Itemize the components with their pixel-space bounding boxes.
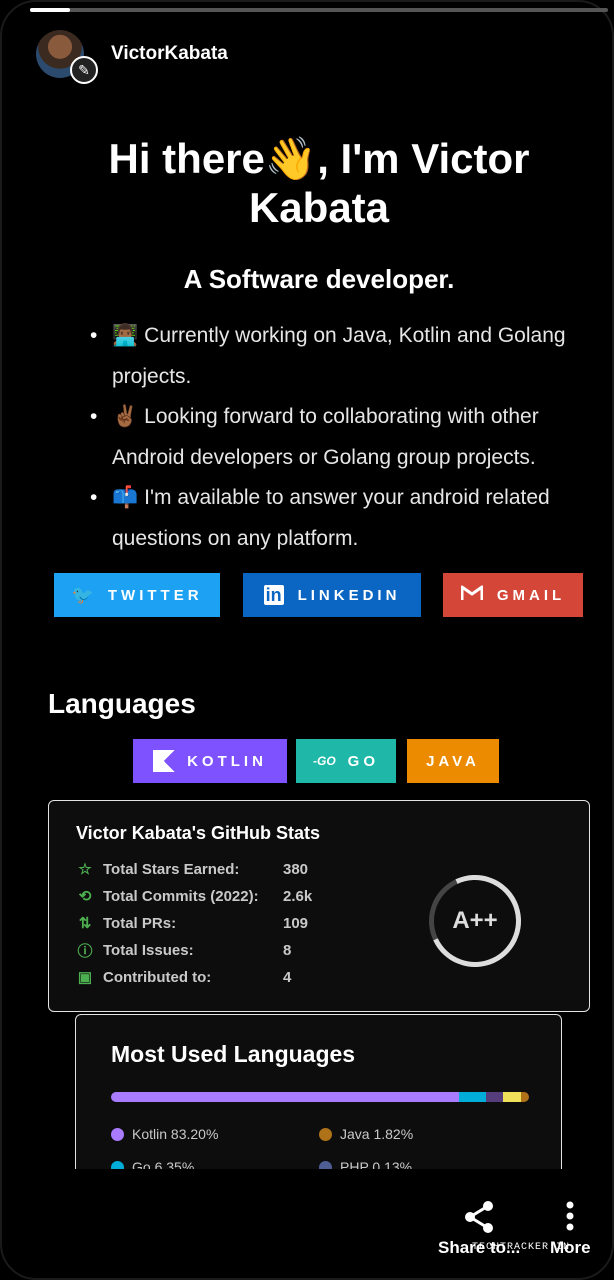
story-progress-track <box>30 8 608 12</box>
stat-row-prs: ⇅ Total PRs: 109 <box>76 912 308 934</box>
pencil-icon[interactable]: ✎ <box>70 56 98 84</box>
stat-row-issues: ⓘ Total Issues: 8 <box>77 941 292 960</box>
go-badge[interactable]: -GO GO <box>296 739 396 783</box>
language-legend-item: Go 6.35% <box>111 1159 194 1169</box>
intro-list: 👨🏾‍💻Currently working on Java, Kotlin an… <box>90 316 600 559</box>
gmail-badge[interactable]: GMAIL <box>443 573 583 617</box>
repo-icon: ▣ <box>77 969 93 986</box>
stat-row-stars: ☆ Total Stars Earned: 380 <box>76 858 308 880</box>
language-legend-item: Kotlin 83.20% <box>111 1126 218 1142</box>
java-badge[interactable]: JAVA <box>407 739 499 783</box>
linkedin-badge[interactable]: in LINKEDIN <box>243 573 421 617</box>
language-legend-item: PHP 0.13% <box>319 1159 412 1169</box>
avatar[interactable]: ✎ <box>36 30 98 84</box>
twitter-icon: 🐦 <box>71 584 94 605</box>
github-stats-card[interactable]: Victor Kabata's GitHub Stats ☆ Total Sta… <box>48 800 590 1012</box>
issue-icon: ⓘ <box>77 942 93 960</box>
language-dot <box>319 1127 332 1141</box>
language-bar-segment <box>459 1092 486 1102</box>
history-icon: ⟲ <box>78 888 92 905</box>
list-item: ✌🏾Looking forward to collaborating with … <box>90 397 600 478</box>
wave-icon: 👋 <box>264 135 318 182</box>
mailbox-icon: 📫 <box>112 486 139 509</box>
star-icon: ☆ <box>78 861 92 878</box>
pull-request-icon: ⇅ <box>78 915 92 932</box>
language-bar-segment <box>521 1092 529 1102</box>
language-bar-segment <box>503 1092 522 1102</box>
victory-hand-icon: ✌🏾 <box>112 405 139 428</box>
twitter-badge[interactable]: 🐦 TWITTER <box>54 573 220 617</box>
language-legend-item: Java 1.82% <box>319 1126 413 1142</box>
language-bar-segment <box>485 1092 504 1102</box>
story-progress-fill <box>30 8 71 12</box>
rank-circle: A++ <box>416 862 534 980</box>
subtitle: A Software developer. <box>183 264 455 294</box>
language-bar-segment <box>111 1092 460 1102</box>
go-icon: -GO <box>312 754 336 768</box>
language-dot <box>111 1160 124 1169</box>
languages-heading: Languages <box>48 688 196 719</box>
share-icon <box>463 1200 495 1236</box>
page-title: Hi there👋, I'm Victor Kabata <box>108 135 530 231</box>
stats-title: Victor Kabata's GitHub Stats <box>76 823 321 843</box>
watermark: TECHTRACKER.IN <box>472 1242 571 1253</box>
list-item: 👨🏾‍💻Currently working on Java, Kotlin an… <box>90 316 600 397</box>
top-languages-card[interactable]: Most Used Languages Kotlin 83.20% Java 1… <box>75 1014 562 1169</box>
technologist-icon: 👨🏾‍💻 <box>112 324 139 347</box>
stat-row-commits: ⟲ Total Commits (2022): 2.6k <box>76 885 313 907</box>
kotlin-badge[interactable]: KOTLIN <box>133 739 287 783</box>
story-viewer: ✎ VictorKabata Hi there👋, I'm Victor Kab… <box>0 0 614 1280</box>
language-dot <box>111 1127 124 1141</box>
language-dot <box>319 1160 332 1169</box>
more-vertical-icon <box>565 1200 575 1236</box>
kotlin-icon <box>153 750 176 772</box>
languages-progress-bar <box>111 1092 529 1102</box>
username[interactable]: VictorKabata <box>111 43 228 65</box>
top-languages-title: Most Used Languages <box>111 1041 356 1067</box>
list-item: 📫I'm available to answer your android re… <box>90 478 600 559</box>
profile-header: ✎ VictorKabata <box>36 30 228 84</box>
rank-text: A++ <box>452 907 498 934</box>
gmail-icon <box>460 585 484 606</box>
linkedin-icon: in <box>263 585 284 605</box>
stat-row-contributed: ▣ Contributed to: 4 <box>77 968 292 987</box>
